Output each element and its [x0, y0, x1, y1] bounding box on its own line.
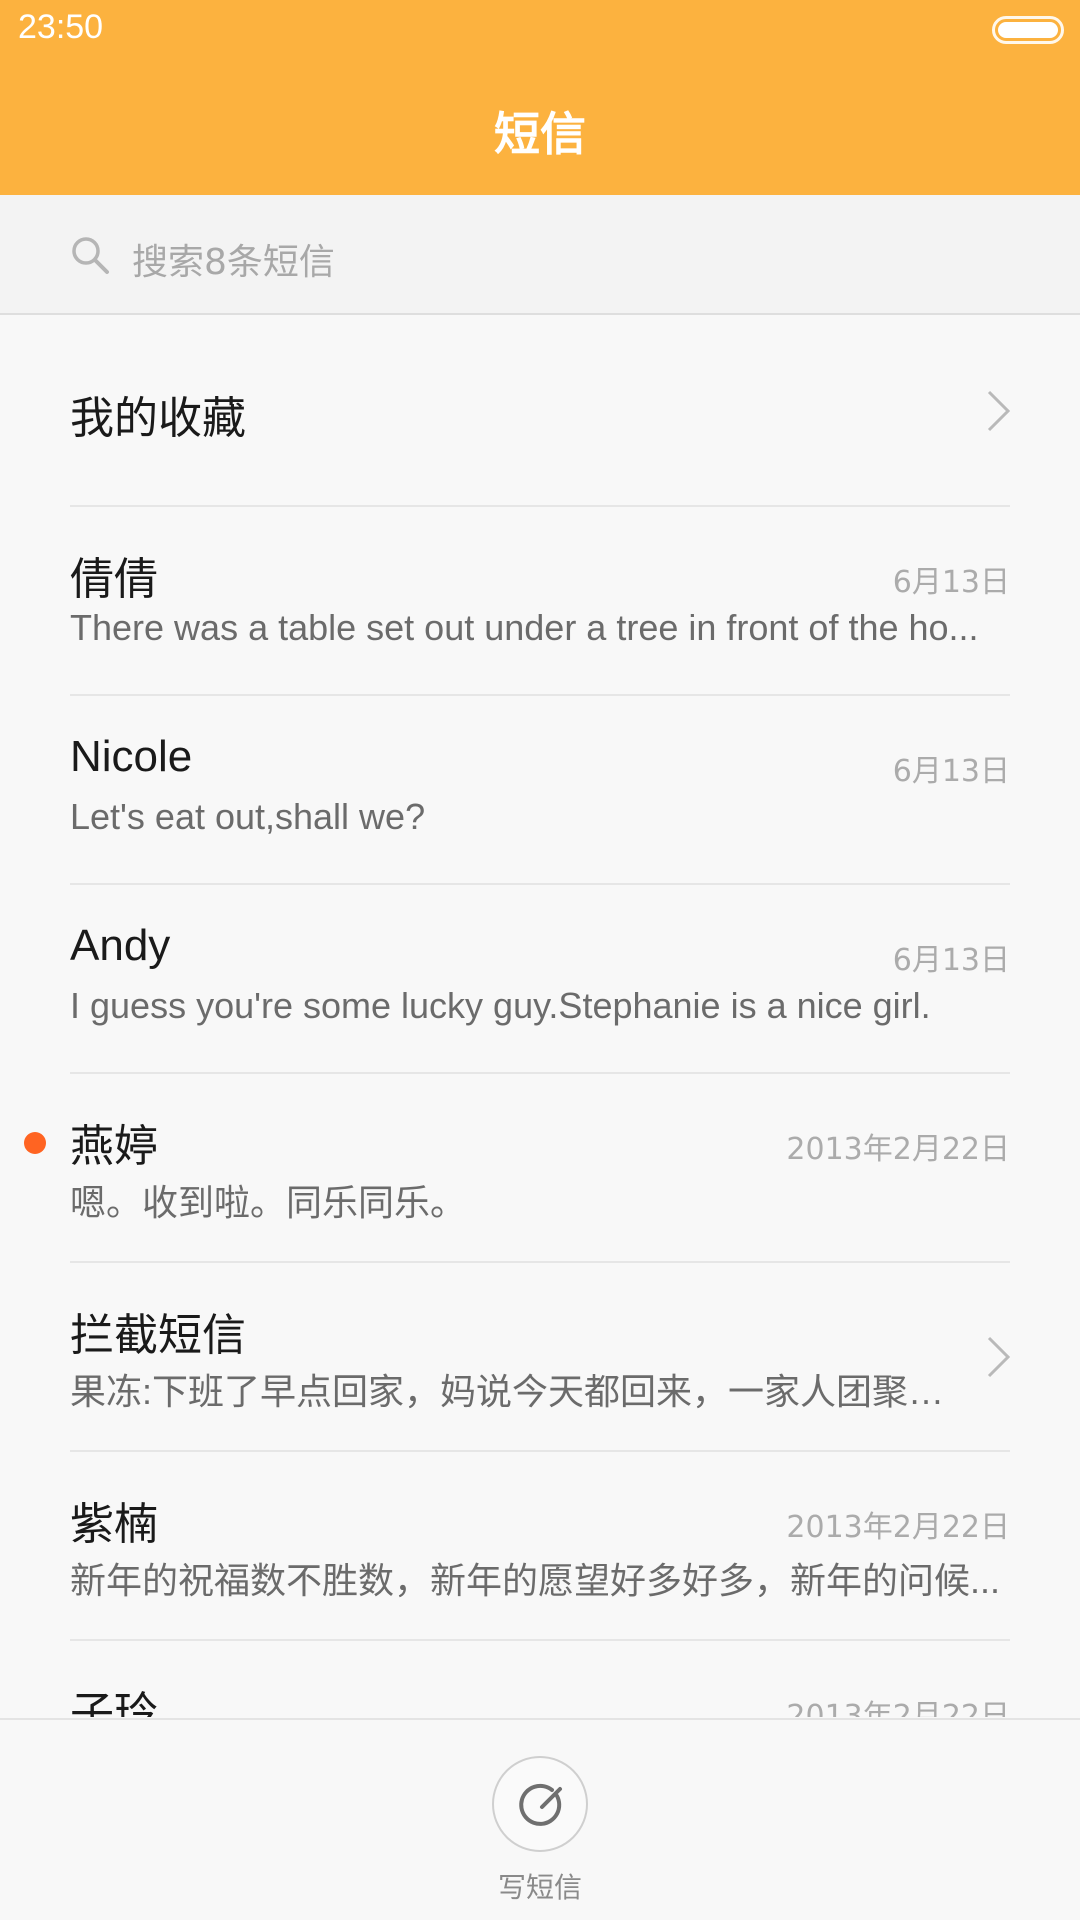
unread-indicator — [24, 1132, 46, 1154]
message-date: 2013年2月22日 — [786, 1699, 1010, 1717]
contact-name: 倩倩 — [70, 555, 158, 604]
search-input[interactable]: 搜索8条短信 — [132, 233, 335, 285]
favorites-label: 我的收藏 — [70, 393, 246, 444]
message-preview: I guess you're some lucky guy.Stephanie … — [70, 985, 931, 1026]
message-preview: 果冻:下班了早点回家，妈说今天都回来，一家人团聚过... — [70, 1371, 970, 1412]
favorites-row[interactable]: 我的收藏 — [0, 317, 1080, 505]
conversation-item-ziling[interactable]: 子玲 2013年2月22日 — [0, 1641, 1080, 1717]
conversation-list: 我的收藏 倩倩 6月13日 There was a table set out … — [0, 317, 1080, 1717]
message-date: 2013年2月22日 — [786, 1510, 1010, 1545]
conversation-item-yanting[interactable]: 燕婷 2013年2月22日 嗯。收到啦。同乐同乐。 — [0, 1074, 1080, 1261]
conversation-item-andy[interactable]: Andy 6月13日 I guess you're some lucky guy… — [0, 885, 1080, 1072]
conversation-item-zinan[interactable]: 紫楠 2013年2月22日 新年的祝福数不胜数，新年的愿望好多好多，新年的问候.… — [0, 1452, 1080, 1639]
status-time: 23:50 — [18, 8, 104, 46]
message-preview: 新年的祝福数不胜数，新年的愿望好多好多，新年的问候... — [70, 1560, 1001, 1601]
contact-name: 紫楠 — [70, 1500, 158, 1549]
battery-icon — [992, 16, 1064, 44]
conversation-item-nicole[interactable]: Nicole 6月13日 Let's eat out,shall we? — [0, 696, 1080, 883]
chevron-right-icon — [987, 1336, 1011, 1378]
battery-level — [998, 22, 1058, 38]
blocked-messages-row[interactable]: 拦截短信 果冻:下班了早点回家，妈说今天都回来，一家人团聚过... — [0, 1263, 1080, 1450]
page-title: 短信 — [494, 107, 586, 161]
chevron-right-icon — [987, 390, 1011, 432]
conversation-item-qianqian[interactable]: 倩倩 6月13日 There was a table set out under… — [0, 507, 1080, 694]
blocked-messages-label: 拦截短信 — [70, 1311, 246, 1360]
search-bar[interactable]: 搜索8条短信 — [0, 195, 1080, 315]
message-preview: Let's eat out,shall we? — [70, 796, 426, 837]
messaging-screen: 23:50 短信 搜索8条短信 我的收藏 倩倩 6月13日 There was … — [0, 0, 1080, 1920]
contact-name: Nicole — [70, 732, 193, 781]
compose-icon — [519, 1783, 562, 1826]
compose-label: 写短信 — [497, 1871, 582, 1904]
message-date: 6月13日 — [892, 565, 1010, 600]
contact-name: 子玲 — [70, 1689, 158, 1717]
message-date: 6月13日 — [892, 754, 1010, 789]
message-preview: 嗯。收到啦。同乐同乐。 — [70, 1182, 467, 1223]
compose-button[interactable] — [492, 1756, 588, 1852]
app-header: 23:50 短信 — [0, 0, 1080, 195]
bottom-bar: 写短信 — [0, 1718, 1080, 1920]
message-date: 2013年2月22日 — [786, 1132, 1010, 1167]
contact-name: 燕婷 — [70, 1122, 158, 1171]
message-preview: There was a table set out under a tree i… — [70, 607, 979, 648]
message-date: 6月13日 — [892, 943, 1010, 978]
contact-name: Andy — [70, 921, 171, 970]
search-icon — [72, 237, 109, 274]
